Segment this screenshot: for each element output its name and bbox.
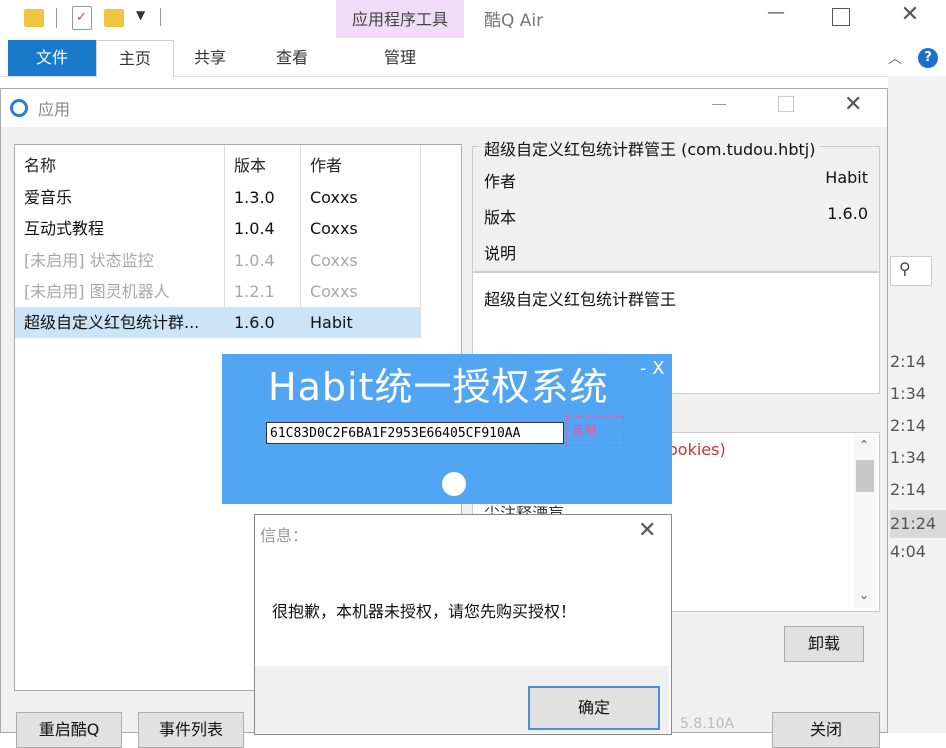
dialog-minimize-button[interactable] bbox=[712, 104, 726, 105]
dialog-close-button[interactable]: ✕ bbox=[844, 92, 862, 117]
app-name: [未启用] 状态监控 bbox=[24, 251, 154, 270]
tab-view[interactable]: 查看 bbox=[260, 40, 324, 76]
app-version: 1.6.0 bbox=[234, 313, 275, 332]
app-author: Coxxs bbox=[310, 219, 358, 238]
search-icon: ⚲ bbox=[899, 259, 911, 278]
ok-button[interactable]: 确定 bbox=[528, 686, 660, 730]
new-folder-icon[interactable] bbox=[104, 9, 124, 27]
column-header-name[interactable]: 名称 bbox=[24, 152, 56, 176]
habit-window-controls[interactable]: - X bbox=[640, 358, 665, 379]
dialog-maximize-button[interactable] bbox=[778, 96, 794, 112]
message-text: 很抱歉，本机器未授权，请您先购买授权！ bbox=[272, 602, 577, 621]
search-box[interactable]: ⚲ bbox=[890, 256, 932, 286]
message-box-close-button[interactable]: ✕ bbox=[638, 518, 656, 543]
file-time: 1:34 bbox=[890, 448, 926, 467]
column-header-version[interactable]: 版本 bbox=[234, 152, 266, 176]
folder-icon[interactable] bbox=[24, 9, 44, 27]
app-name: [未启用] 图灵机器人 bbox=[24, 282, 170, 301]
window-title: 酷Q Air bbox=[484, 11, 544, 31]
quick-access-dropdown-icon[interactable]: ▼ bbox=[136, 8, 145, 22]
properties-icon[interactable]: ✓ bbox=[72, 6, 92, 30]
scroll-up-icon[interactable]: ⌃ bbox=[859, 438, 869, 452]
apps-dialog-title: 应用 bbox=[38, 100, 71, 119]
list-item[interactable]: [未启用] 状态监控 1.0.4 Coxxs bbox=[15, 245, 420, 276]
separator bbox=[160, 8, 161, 26]
machine-code-field[interactable]: 61C83D0C2F6BA1F2953E66405CF910AA bbox=[266, 422, 564, 444]
list-item-selected[interactable]: 超级自定义红包统计群... 1.6.0 Habit bbox=[15, 307, 420, 338]
app-name: 爱音乐 bbox=[24, 188, 73, 207]
file-time-selected[interactable]: 21:24 bbox=[890, 510, 946, 538]
app-author: Coxxs bbox=[310, 251, 358, 270]
app-name: 超级自定义红包统计群... bbox=[24, 313, 200, 332]
loading-dot bbox=[442, 472, 466, 496]
app-version: 1.3.0 bbox=[234, 188, 275, 207]
version-label: 版本 bbox=[484, 208, 517, 227]
tab-share[interactable]: 共享 bbox=[180, 40, 240, 76]
file-time: 4:04 bbox=[890, 542, 926, 561]
file-time: 2:14 bbox=[890, 352, 926, 371]
app-version: 1.0.4 bbox=[234, 251, 275, 270]
check-mark-icon: ✓ bbox=[76, 10, 87, 25]
list-item[interactable]: 互动式教程 1.0.4 Coxxs bbox=[15, 213, 420, 244]
tab-manage[interactable]: 管理 bbox=[336, 40, 464, 76]
details-group-title: 超级自定义红包统计群管王 (com.tudou.hbtj) bbox=[480, 136, 820, 160]
app-logo-icon bbox=[10, 99, 28, 117]
description-label: 说明 bbox=[484, 244, 517, 263]
scroll-down-icon[interactable]: ⌄ bbox=[859, 588, 869, 602]
separator bbox=[56, 8, 57, 28]
author-value: Habit bbox=[825, 168, 868, 187]
tab-home[interactable]: 主页 bbox=[96, 40, 174, 77]
explorer-file-pane bbox=[888, 76, 946, 733]
version-status: 5.8.10A bbox=[680, 716, 735, 732]
scroll-thumb[interactable] bbox=[856, 460, 874, 492]
help-icon[interactable]: ? bbox=[918, 48, 938, 68]
collapse-ribbon-icon[interactable]: ︿ bbox=[888, 48, 902, 68]
habit-auth-title: Habit统一授权系统 bbox=[268, 365, 609, 409]
event-list-button[interactable]: 事件列表 bbox=[138, 712, 244, 748]
app-author: Coxxs bbox=[310, 282, 358, 301]
maximize-button[interactable] bbox=[832, 8, 850, 26]
uninstall-button[interactable]: 卸载 bbox=[784, 626, 864, 662]
app-version: 1.0.4 bbox=[234, 219, 275, 238]
list-item[interactable]: 爱音乐 1.3.0 Coxxs bbox=[15, 182, 420, 213]
file-time: 2:14 bbox=[890, 480, 926, 499]
copy-button-label: 复制 bbox=[572, 423, 597, 437]
restart-button[interactable]: 重启酷Q bbox=[16, 712, 122, 748]
app-name: 互动式教程 bbox=[24, 219, 105, 238]
close-dialog-button[interactable]: 关闭 bbox=[772, 712, 880, 748]
file-time: 1:34 bbox=[890, 384, 926, 403]
minimize-button[interactable]: — bbox=[762, 2, 790, 23]
author-label: 作者 bbox=[484, 172, 517, 191]
log-line: ookies) bbox=[668, 440, 726, 459]
description-text: 超级自定义红包统计群管王 bbox=[484, 290, 677, 309]
file-time: 2:14 bbox=[890, 416, 926, 435]
tab-file[interactable]: 文件 bbox=[8, 40, 96, 76]
app-author: Coxxs bbox=[310, 188, 358, 207]
app-author: Habit bbox=[310, 313, 353, 332]
apps-dialog-titlebar bbox=[1, 89, 887, 127]
message-box-title: 信息： bbox=[260, 526, 309, 545]
app-version: 1.2.1 bbox=[234, 282, 275, 301]
version-value: 1.6.0 bbox=[827, 204, 868, 223]
contextual-tab-title: 应用程序工具 bbox=[351, 10, 448, 29]
column-separator bbox=[420, 145, 421, 338]
list-item[interactable]: [未启用] 图灵机器人 1.2.1 Coxxs bbox=[15, 276, 420, 307]
close-button[interactable]: ✕ bbox=[896, 2, 924, 27]
column-header-author[interactable]: 作者 bbox=[310, 152, 342, 176]
